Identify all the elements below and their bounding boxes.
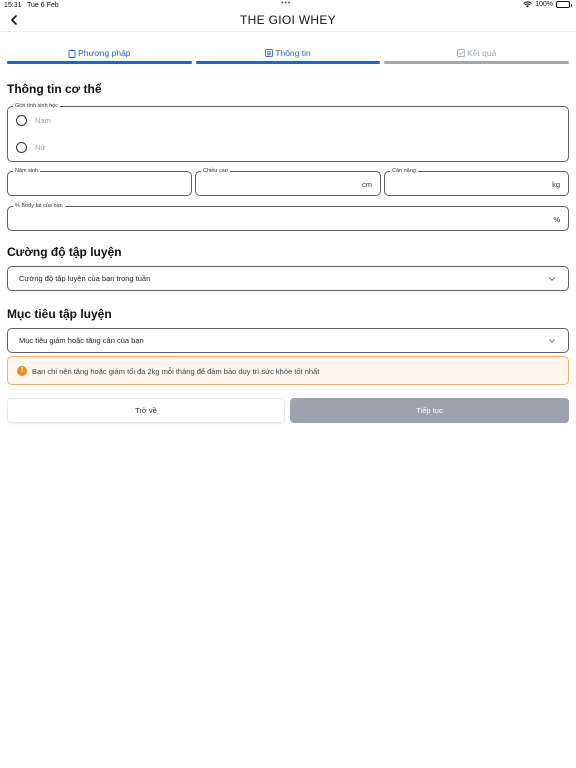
weight-label: Cân nặng <box>390 168 418 175</box>
weight-field[interactable]: Cân nặng kg <box>384 168 569 196</box>
gender-female-label: Nữ <box>35 143 46 152</box>
step-info[interactable]: Thông tin <box>195 47 381 64</box>
body-fat-unit: % <box>553 215 560 224</box>
warning-text: Bạn chỉ nên tăng hoặc giảm tối đa 2kg mỗ… <box>32 367 320 376</box>
height-unit: cm <box>362 180 372 189</box>
gender-male-label: Nam <box>35 116 51 125</box>
clipboard-icon <box>68 49 76 58</box>
chevron-down-icon <box>549 339 555 343</box>
goal-select[interactable]: Mục tiêu giảm hoặc tăng cân của bạn <box>7 328 569 353</box>
step-info-label: Thông tin <box>275 48 311 58</box>
wifi-icon <box>523 1 532 8</box>
warning-icon: ! <box>17 366 27 376</box>
page-title: THE GIOI WHEY <box>240 13 336 27</box>
status-right: 100% <box>523 1 572 8</box>
radio-male[interactable] <box>16 115 27 126</box>
multitasking-dots-icon: ••• <box>281 0 292 7</box>
step-method-bar <box>7 61 192 64</box>
body-fat-field[interactable]: % Body fat của bạn % <box>7 203 569 231</box>
check-square-icon <box>457 49 465 57</box>
goal-placeholder: Mục tiêu giảm hoặc tăng cân của bạn <box>19 336 144 345</box>
goal-title: Mục tiêu tập luyện <box>7 307 112 321</box>
intensity-select[interactable]: Cường độ tập luyện của bạn trong tuần <box>7 266 569 291</box>
step-info-bar <box>195 61 381 64</box>
step-method[interactable]: Phương pháp <box>7 47 192 64</box>
list-icon <box>265 49 274 57</box>
nav-bar: THE GIOI WHEY <box>0 10 576 32</box>
height-label: Chiều cao <box>201 168 230 175</box>
step-result[interactable]: Kết quả <box>384 47 570 64</box>
body-fat-label: % Body fat của bạn <box>13 203 65 210</box>
weight-unit: kg <box>552 180 560 189</box>
back-button[interactable]: Trở về <box>7 398 285 423</box>
height-field[interactable]: Chiều cao cm <box>195 168 381 196</box>
step-result-label: Kết quả <box>467 48 497 58</box>
intensity-placeholder: Cường độ tập luyện của bạn trong tuần <box>19 274 151 283</box>
battery-percent: 100% <box>535 1 553 8</box>
birth-year-field[interactable]: Năm sinh <box>7 168 192 196</box>
radio-female[interactable] <box>16 142 27 153</box>
gender-option-male[interactable]: Nam <box>16 115 51 126</box>
step-result-bar <box>384 61 570 64</box>
status-date: Tue 6 Feb <box>27 2 59 9</box>
status-time: 15:31 <box>4 2 22 9</box>
warning-alert: ! Bạn chỉ nên tăng hoặc giảm tối đa 2kg … <box>7 356 569 385</box>
chevron-down-icon <box>549 277 555 281</box>
gender-label: Giới tính sinh học <box>13 103 61 110</box>
stepper: Phương pháp Thông tin Kết quả <box>7 47 570 64</box>
body-info-title: Thông tin cơ thể <box>7 82 102 96</box>
step-method-label: Phương pháp <box>78 48 131 58</box>
birth-year-label: Năm sinh <box>13 168 41 175</box>
intensity-title: Cường độ tập luyện <box>7 245 122 259</box>
continue-button[interactable]: Tiếp tục <box>290 398 569 423</box>
gender-option-female[interactable]: Nữ <box>16 142 45 153</box>
gender-group: Giới tính sinh học Nam Nữ <box>7 103 569 162</box>
battery-icon <box>556 1 572 8</box>
